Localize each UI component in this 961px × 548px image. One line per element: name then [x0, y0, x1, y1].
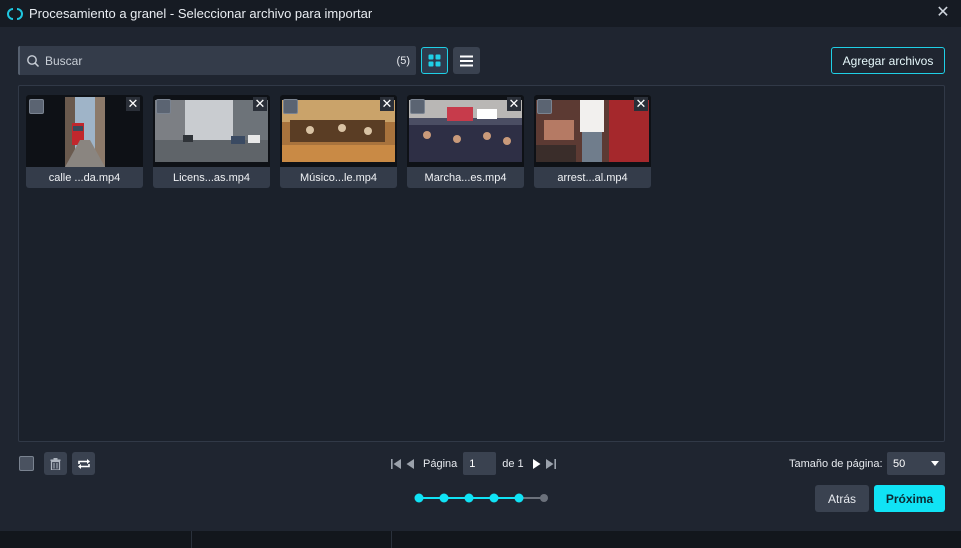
last-page-icon[interactable]: [544, 457, 558, 471]
remove-file-icon[interactable]: ✕: [126, 97, 140, 111]
file-checkbox[interactable]: [283, 99, 298, 114]
close-icon[interactable]: ✕: [935, 5, 951, 21]
file-name: calle ...da.mp4: [48, 172, 121, 184]
list-view-button[interactable]: [453, 47, 480, 74]
file-checkbox[interactable]: [156, 99, 171, 114]
remove-file-icon[interactable]: ✕: [507, 97, 521, 111]
page-size-value: 50: [893, 457, 906, 470]
file-checkbox[interactable]: [537, 99, 552, 114]
search-input[interactable]: [45, 53, 397, 68]
file-name: Músico...le.mp4: [299, 172, 378, 184]
stepper-dot: [414, 493, 424, 503]
next-button[interactable]: Próxima: [874, 485, 945, 512]
app-logo-icon: [7, 7, 23, 20]
previous-page-icon[interactable]: [403, 457, 417, 471]
stepper-dot: [514, 493, 524, 503]
chevron-down-icon: [931, 461, 939, 466]
file-card[interactable]: ✕ Licens...as.mp4: [153, 95, 270, 188]
remove-file-icon[interactable]: ✕: [380, 97, 394, 111]
delete-button[interactable]: [44, 452, 67, 475]
grid-view-button[interactable]: [421, 47, 448, 74]
stepper-dot: [540, 494, 548, 502]
file-name: Licens...as.mp4: [172, 172, 251, 184]
status-segment: [192, 531, 392, 548]
list-icon: [460, 55, 473, 66]
add-files-button[interactable]: Agregar archivos: [831, 47, 945, 74]
stepper-dot: [439, 493, 449, 503]
stepper-dot: [464, 493, 474, 503]
status-segment: [0, 531, 192, 548]
file-card[interactable]: ✕ calle ...da.mp4: [26, 95, 143, 188]
file-name: arrest...al.mp4: [557, 172, 628, 184]
file-card[interactable]: ✕ Músico...le.mp4: [280, 95, 397, 188]
grid-icon: [428, 54, 441, 67]
file-name: Marcha...es.mp4: [424, 172, 507, 184]
file-checkbox[interactable]: [29, 99, 44, 114]
file-card[interactable]: ✕ Marcha...es.mp4: [407, 95, 524, 188]
file-card[interactable]: ✕ arrest...al.mp4: [534, 95, 651, 188]
trash-icon: [50, 457, 61, 470]
window-title: Procesamiento a granel - Seleccionar arc…: [29, 6, 373, 21]
pagination: Página de 1: [389, 452, 558, 475]
file-checkbox[interactable]: [410, 99, 425, 114]
page-total-label: de 1: [502, 457, 524, 470]
search-result-count: (5): [396, 54, 410, 67]
refresh-button[interactable]: [72, 452, 95, 475]
page-size-select[interactable]: 50: [887, 452, 945, 475]
page-size-label: Tamaño de página:: [789, 458, 883, 470]
page-label: Página: [423, 457, 458, 470]
next-page-icon[interactable]: [530, 457, 544, 471]
stepper-dot: [489, 493, 499, 503]
page-number-input[interactable]: [463, 452, 497, 475]
back-button[interactable]: Atrás: [815, 485, 869, 512]
progress-stepper: [414, 493, 548, 503]
title-bar: Procesamiento a granel - Seleccionar arc…: [0, 0, 961, 27]
first-page-icon[interactable]: [389, 457, 403, 471]
search-icon: [27, 54, 40, 67]
select-all-checkbox[interactable]: [19, 456, 34, 471]
file-grid-panel: ✕ calle ...da.mp4 ✕ Licens...as.mp4 ✕ Mú…: [18, 85, 945, 442]
remove-file-icon[interactable]: ✕: [634, 97, 648, 111]
remove-file-icon[interactable]: ✕: [253, 97, 267, 111]
refresh-icon: [77, 458, 90, 469]
status-bar: [0, 531, 961, 548]
search-bar: (5): [18, 46, 416, 75]
